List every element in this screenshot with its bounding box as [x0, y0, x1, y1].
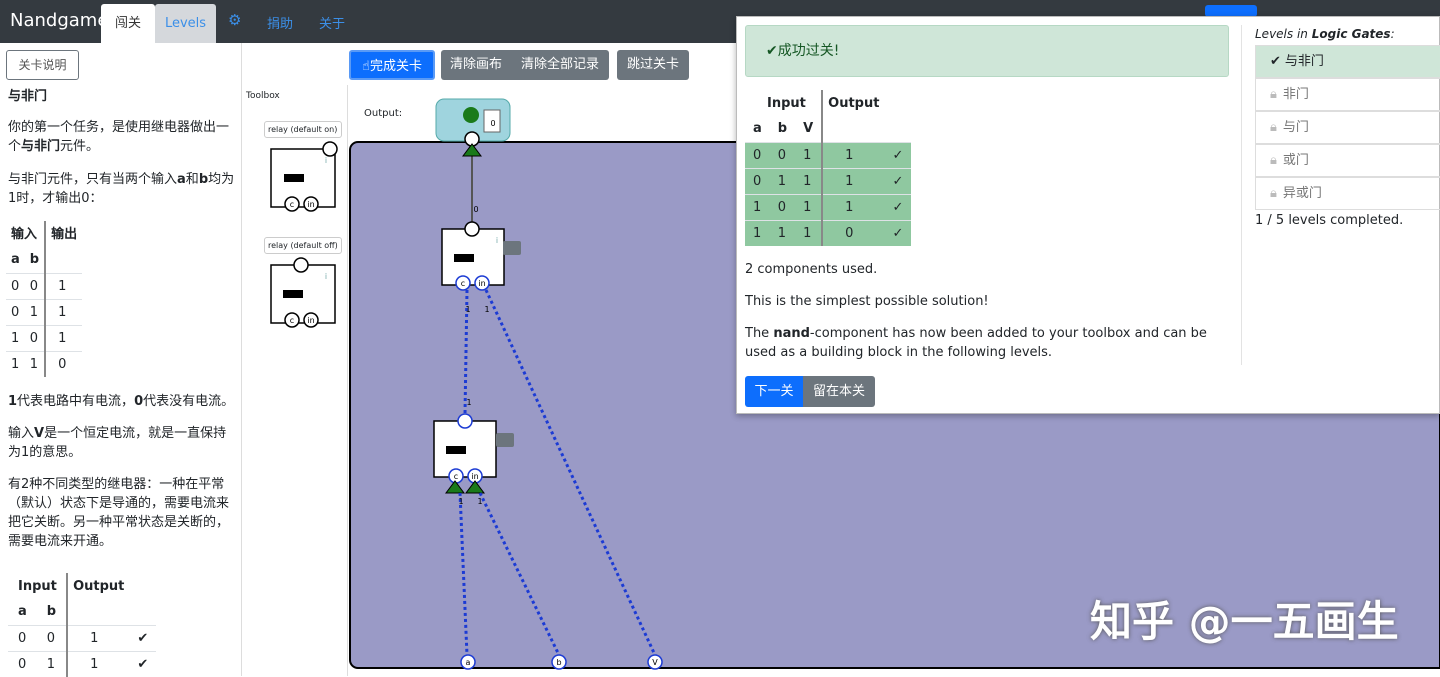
- stay-level-button[interactable]: 留在本关: [803, 376, 875, 407]
- components-used: 2 components used.: [745, 262, 878, 277]
- wire: [478, 492, 561, 656]
- wire-value: 1: [477, 497, 482, 506]
- wire-value: 1: [458, 497, 463, 506]
- simplest-solution-note: This is the simplest possible solution!: [745, 294, 989, 309]
- pin-label: a: [466, 658, 471, 667]
- info-icon[interactable]: i: [496, 236, 498, 245]
- pin-label: in: [471, 472, 478, 481]
- table-row: 1 0 1 1 ✓: [745, 193, 912, 220]
- levels-heading: Levels in Logic Gates:: [1255, 27, 1395, 41]
- pin-label: V: [652, 658, 658, 667]
- connector-arrow: [462, 143, 482, 157]
- level-item-or[interactable]: 🔒︎ 或门: [1255, 144, 1440, 177]
- level-item-xor[interactable]: 🔒︎ 异或门: [1255, 177, 1440, 210]
- wire: [484, 289, 657, 656]
- info-icon[interactable]: i: [325, 272, 327, 281]
- success-banner: ✔成功过关!: [745, 25, 1229, 77]
- lock-icon: 🔒︎: [1270, 153, 1277, 168]
- next-level-button[interactable]: 下一关: [745, 376, 803, 407]
- level-item-and[interactable]: 🔒︎ 与门: [1255, 111, 1440, 144]
- output-value: 0: [490, 119, 495, 128]
- pin-label: c: [461, 279, 465, 288]
- relay-on-toolbox[interactable]: [270, 141, 338, 212]
- pin-label: in: [478, 279, 485, 288]
- wire-value: 0: [473, 205, 478, 214]
- levels-completed: 1 / 5 levels completed.: [1255, 213, 1404, 228]
- wire-value: 1: [466, 398, 471, 407]
- check-icon: ✔: [766, 43, 778, 59]
- pin-label: b: [556, 658, 561, 667]
- wire: [458, 492, 469, 656]
- pin-label: in: [307, 200, 314, 209]
- relay-2[interactable]: [433, 413, 514, 494]
- dialog-divider: [1241, 25, 1242, 365]
- table-row: 0 0 1 1 ✓: [745, 141, 912, 168]
- level-item-nand[interactable]: ✔ 与非门: [1255, 45, 1440, 78]
- pin-label: c: [454, 472, 458, 481]
- info-icon[interactable]: i: [325, 156, 327, 165]
- output-node[interactable]: [435, 98, 511, 147]
- wire-value: 1: [465, 305, 470, 314]
- lock-icon: 🔒︎: [1270, 186, 1277, 201]
- toolbox-added-note: The nand-component has now been added to…: [745, 326, 1207, 360]
- lock-icon: 🔒︎: [1270, 87, 1277, 102]
- lock-icon: 🔒︎: [1270, 120, 1277, 135]
- table-row: 0 1 1 1 ✓: [745, 167, 912, 194]
- table-row: 1 1 1 0 ✓: [745, 219, 912, 246]
- relay-off-toolbox[interactable]: [270, 257, 336, 328]
- result-truth-table: Input Output abV 0 0 1 1 ✓ 0 1 1 1 ✓ 1 0 1 1 ✓ 1 1 1 0 ✓: [745, 90, 912, 246]
- success-dialog: ✔成功过关! Input Output abV 0 0 1 1 ✓ 0 1 1 1 ✓ 1 0 1 1 ✓…: [736, 16, 1440, 414]
- wire-value: 1: [484, 305, 489, 314]
- level-item-not[interactable]: 🔒︎ 非门: [1255, 78, 1440, 111]
- check-icon: ✔: [1270, 54, 1281, 69]
- pin-label: c: [290, 316, 294, 325]
- pin-label: in: [307, 316, 314, 325]
- pin-label: c: [290, 200, 294, 209]
- watermark: 知乎 @一五画生: [1090, 597, 1399, 646]
